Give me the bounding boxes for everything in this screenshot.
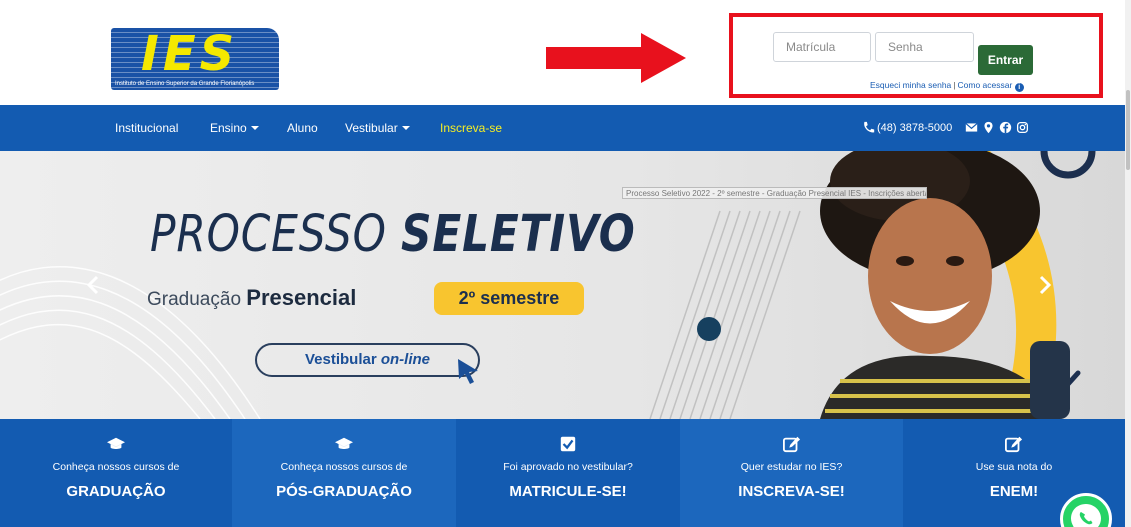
card-small-text: Conheça nossos cursos de	[280, 461, 408, 473]
card-big-text: GRADUAÇÃO	[66, 483, 166, 500]
card-inscreva-se[interactable]: Quer estudar no IES? INSCREVA-SE!	[680, 419, 903, 527]
hero-subtitle: Graduação Presencial	[147, 285, 356, 311]
hero-title-bold: SELETIVO	[401, 205, 636, 264]
forgot-password-link[interactable]: Esqueci minha senha	[870, 80, 951, 90]
caret-down-icon	[401, 126, 410, 130]
vestibular-online-button[interactable]: Vestibular on-line	[255, 343, 480, 377]
vestibular-label: Vestibular	[304, 351, 377, 368]
nav-item-institucional[interactable]: Institucional	[115, 105, 178, 151]
slide-tooltip: Processo Seletivo 2022 - 2º semestre - G…	[622, 187, 927, 199]
card-small-text: Foi aprovado no vestibular?	[503, 461, 633, 473]
graduation-cap-icon	[335, 437, 353, 449]
map-marker-icon[interactable]	[982, 121, 995, 134]
graduation-cap-icon	[107, 437, 125, 449]
entrar-button[interactable]: Entrar	[978, 45, 1033, 75]
semester-badge: 2º semestre	[434, 282, 584, 315]
how-to-access-link[interactable]: Como acessar	[958, 80, 1013, 90]
logo-caption: Instituto de Ensino Superior da Grande F…	[115, 81, 255, 87]
nav-item-label: Vestibular	[345, 121, 398, 135]
senha-input[interactable]: Senha	[875, 32, 974, 62]
instagram-icon[interactable]	[1016, 121, 1029, 134]
nav-item-label: Ensino	[210, 121, 247, 135]
hero-title: PROCESSO SELETIVO	[150, 205, 636, 264]
nav-item-inscreva-se[interactable]: Inscreva-se	[440, 105, 502, 151]
checkbox-icon	[560, 436, 576, 452]
red-arrow-icon	[546, 33, 686, 83]
nav-item-label: Institucional	[115, 121, 179, 135]
phone-icon	[864, 121, 875, 133]
cursor-pointer-icon	[458, 359, 478, 384]
card-small-text: Conheça nossos cursos de	[52, 461, 180, 473]
ies-logo[interactable]: IES Instituto de Ensino Superior da Gran…	[111, 28, 279, 90]
caret-down-icon	[250, 126, 259, 130]
quick-links: Conheça nossos cursos de GRADUAÇÃO Conhe…	[0, 419, 1131, 527]
carousel-prev-icon[interactable]	[86, 275, 100, 295]
whatsapp-icon[interactable]	[1060, 493, 1112, 527]
online-label: on-line	[380, 351, 431, 368]
hero-grad-bold: Presencial	[246, 285, 357, 310]
page: IES Instituto de Ensino Superior da Gran…	[0, 0, 1131, 527]
matricula-input[interactable]: Matrícula	[773, 32, 871, 62]
nav-item-ensino[interactable]: Ensino	[210, 105, 259, 151]
links-separator: |	[953, 80, 956, 90]
login-links: Esqueci minha senha | Como acessar i	[870, 80, 1024, 92]
card-big-text: INSCREVA-SE!	[738, 483, 845, 500]
card-small-text: Use sua nota do	[975, 461, 1053, 473]
hero-title-light: PROCESSO	[150, 205, 387, 264]
card-pos-graduacao[interactable]: Conheça nossos cursos de PÓS-GRADUAÇÃO	[232, 419, 456, 527]
main-nav: Institucional Ensino Aluno Vestibular In…	[0, 105, 1131, 151]
logo-letters: IES	[141, 28, 239, 82]
info-icon[interactable]: i	[1014, 83, 1024, 92]
nav-item-label: Aluno	[287, 121, 318, 135]
header: IES Instituto de Ensino Superior da Gran…	[0, 0, 1131, 105]
nav-item-aluno[interactable]: Aluno	[287, 105, 318, 151]
envelope-icon[interactable]	[965, 121, 978, 134]
card-big-text: PÓS-GRADUAÇÃO	[276, 483, 412, 500]
hero-banner[interactable]: PROCESSO SELETIVO Graduação Presencial 2…	[0, 151, 1131, 419]
hero-grad-prefix: Graduação	[147, 289, 242, 310]
nav-item-vestibular[interactable]: Vestibular	[345, 105, 410, 151]
card-graduacao[interactable]: Conheça nossos cursos de GRADUAÇÃO	[0, 419, 232, 527]
edit-icon	[1005, 436, 1023, 453]
whatsapp-glyph-icon	[1071, 504, 1101, 527]
card-small-text: Quer estudar no IES?	[740, 461, 843, 473]
card-big-text: MATRICULE-SE!	[509, 483, 627, 500]
nav-item-label: Inscreva-se	[440, 121, 503, 135]
scrollbar-thumb[interactable]	[1126, 90, 1130, 170]
phone-number[interactable]: (48) 3878-5000	[877, 105, 952, 151]
card-matricule-se[interactable]: Foi aprovado no vestibular? MATRICULE-SE…	[456, 419, 680, 527]
scrollbar[interactable]	[1125, 0, 1131, 527]
edit-icon	[782, 436, 800, 453]
facebook-icon[interactable]	[999, 121, 1012, 134]
carousel-next-icon[interactable]	[1038, 275, 1052, 295]
